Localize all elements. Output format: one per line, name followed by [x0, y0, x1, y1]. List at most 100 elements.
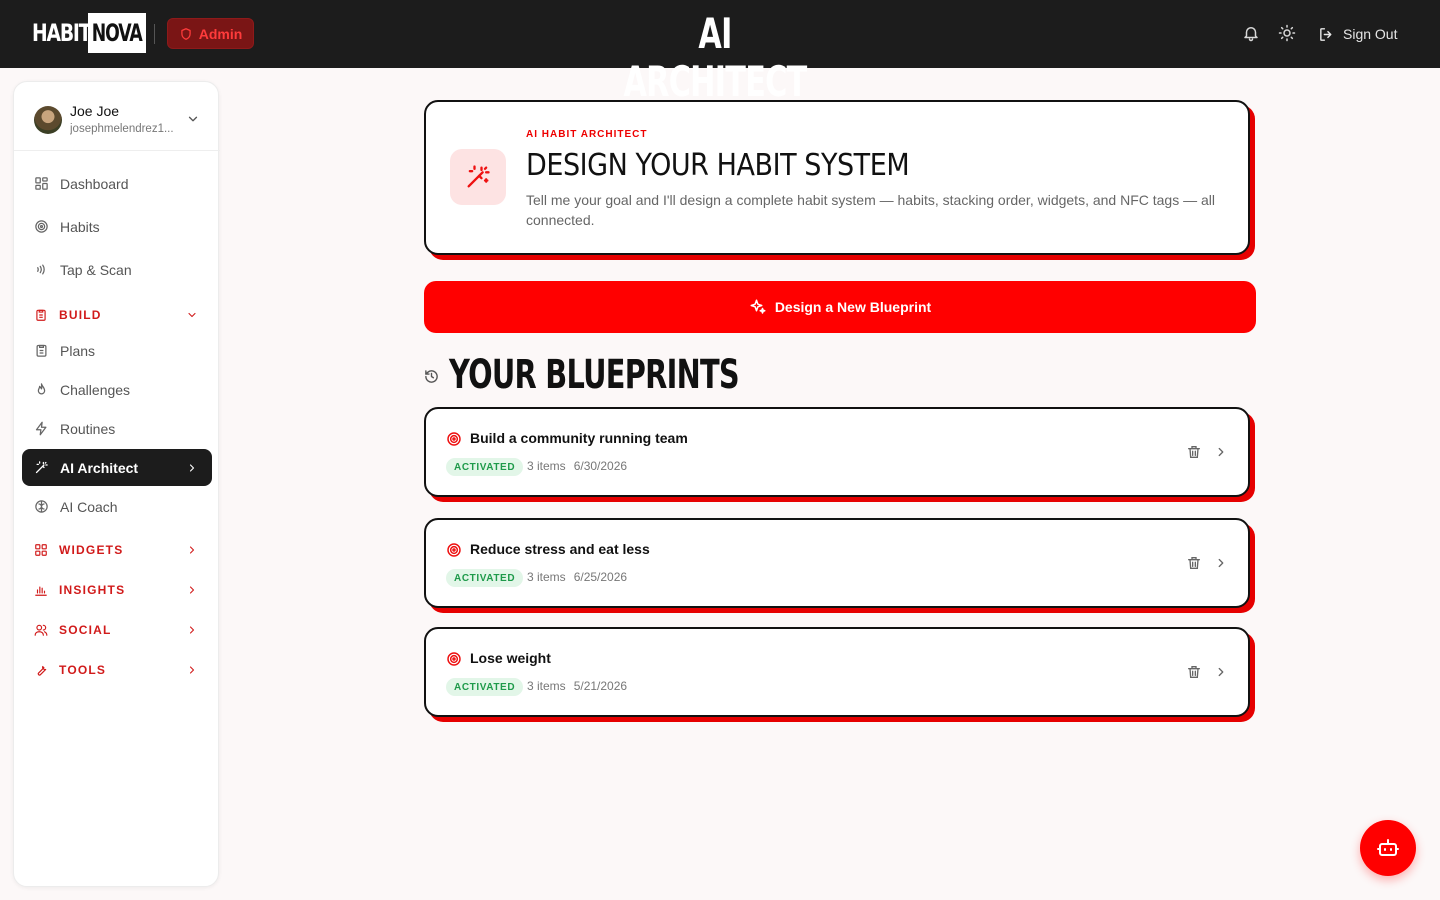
- trash-icon[interactable]: [1186, 555, 1202, 571]
- user-email: josephmelendrez1...: [70, 123, 174, 135]
- sidebar-item-ai-coach[interactable]: AI Coach: [22, 488, 212, 525]
- status-badge: ACTIVATED: [446, 458, 524, 476]
- top-bar: HABIT NOVA Admin AI ARCHITECT Sign Out: [0, 0, 1440, 106]
- blueprint-date: 5/21/2026: [573, 679, 628, 693]
- sign-out-button[interactable]: Sign Out: [1318, 22, 1397, 46]
- flame-icon: [37, 383, 46, 395]
- blueprint-meta: 3 items 6/25/2026: [527, 570, 627, 584]
- blueprint-title: Reduce stress and eat less: [470, 541, 650, 557]
- wrench-icon: [37, 665, 47, 676]
- app-logo[interactable]: HABIT NOVA: [32, 13, 146, 53]
- logout-icon: [1320, 27, 1332, 41]
- chevron-right-icon: [189, 546, 195, 554]
- item-count: 3 items: [527, 459, 566, 473]
- sidebar-item-label: Tap & Scan: [60, 261, 132, 278]
- target-icon: [447, 543, 461, 557]
- magic-wand-icon: [467, 165, 490, 188]
- magic-wand-icon: [35, 461, 48, 474]
- sidebar-section-tools[interactable]: TOOLS: [22, 658, 212, 682]
- hero-card: AI HABIT ARCHITECT DESIGN YOUR HABIT SYS…: [424, 100, 1250, 255]
- sidebar-section-widgets[interactable]: WIDGETS: [22, 538, 212, 562]
- blueprint-title: Lose weight: [470, 650, 551, 666]
- sidebar-item-routines[interactable]: Routines: [22, 410, 212, 447]
- blueprints-header: YOUR BLUEPRINTS: [424, 352, 852, 398]
- sidebar-item-plans[interactable]: Plans: [22, 332, 212, 369]
- user-menu[interactable]: Joe Joe josephmelendrez1...: [14, 82, 220, 151]
- lightning-icon: [35, 421, 47, 436]
- blueprint-card[interactable]: Build a community running team ACTIVATED…: [424, 407, 1250, 497]
- robot-icon: [1377, 839, 1399, 856]
- sidebar-item-label: Routines: [60, 420, 116, 437]
- sign-out-label: Sign Out: [1343, 26, 1398, 42]
- target-icon: [447, 652, 461, 666]
- design-new-blueprint-button[interactable]: Design a New Blueprint: [424, 281, 1256, 333]
- sparkles-icon: [750, 299, 766, 314]
- logo-text-nova: NOVA: [88, 13, 146, 53]
- admin-button[interactable]: Admin: [167, 18, 254, 49]
- blueprint-date: 6/25/2026: [573, 570, 628, 584]
- chevron-right-icon[interactable]: [1214, 665, 1228, 679]
- hero-kicker: AI HABIT ARCHITECT: [526, 129, 648, 140]
- blueprint-meta: 3 items 5/21/2026: [527, 679, 627, 693]
- section-label: TOOLS: [59, 663, 107, 677]
- logo-text-habit: HABIT: [32, 19, 91, 47]
- sidebar-item-tap-scan[interactable]: Tap & Scan: [22, 251, 212, 288]
- clipboard-icon: [36, 309, 46, 321]
- history-icon: [425, 369, 438, 383]
- sidebar-item-ai-architect[interactable]: AI Architect: [22, 449, 212, 486]
- nfc-wave-icon: [37, 264, 45, 275]
- ai-chat-fab[interactable]: [1360, 820, 1416, 876]
- clipboard-icon: [36, 344, 47, 357]
- admin-label: Admin: [198, 25, 243, 42]
- sidebar-item-dashboard[interactable]: Dashboard: [22, 165, 212, 202]
- chevron-right-icon: [189, 626, 195, 634]
- blueprint-card[interactable]: Lose weight ACTIVATED 3 items 5/21/2026: [424, 627, 1250, 717]
- hero-icon-tile: [450, 149, 506, 205]
- avatar: [34, 106, 62, 134]
- bar-chart-icon: [35, 586, 47, 596]
- target-icon: [35, 220, 48, 233]
- grid-icon: [35, 177, 48, 190]
- users-icon: [34, 624, 48, 636]
- sidebar-section-social[interactable]: SOCIAL: [22, 618, 212, 642]
- hero-title: DESIGN YOUR HABIT SYSTEM: [526, 148, 910, 183]
- blueprint-card[interactable]: Reduce stress and eat less ACTIVATED 3 i…: [424, 518, 1250, 608]
- sidebar-item-label: Plans: [60, 342, 96, 359]
- section-label: BUILD: [59, 308, 102, 322]
- target-icon: [447, 432, 461, 446]
- chevron-right-icon: [189, 586, 195, 594]
- hero-description: Tell me your goal and I'll design a comp…: [526, 192, 1216, 228]
- sidebar-item-habits[interactable]: Habits: [22, 208, 212, 245]
- section-label: SOCIAL: [59, 623, 112, 637]
- sidebar-item-label: Dashboard: [60, 175, 129, 192]
- user-name: Joe Joe: [70, 103, 120, 119]
- status-badge: ACTIVATED: [446, 678, 524, 696]
- shield-icon: [180, 27, 191, 40]
- trash-icon[interactable]: [1186, 444, 1202, 460]
- chevron-right-icon[interactable]: [1214, 445, 1228, 459]
- sun-icon[interactable]: [1278, 24, 1296, 42]
- cta-label: Design a New Blueprint: [774, 299, 932, 315]
- chevron-down-icon: [188, 312, 196, 318]
- section-label: INSIGHTS: [59, 583, 126, 597]
- sidebar: Joe Joe josephmelendrez1... Dashboard Ha…: [13, 81, 220, 887]
- chevron-right-icon[interactable]: [1214, 556, 1228, 570]
- sidebar-section-build[interactable]: BUILD: [22, 303, 212, 327]
- sidebar-item-label: AI Architect: [60, 459, 139, 476]
- brain-icon: [35, 500, 48, 513]
- chevron-right-icon: [189, 463, 195, 472]
- page-title: AI ARCHITECT: [623, 9, 807, 106]
- sidebar-item-challenges[interactable]: Challenges: [22, 371, 212, 408]
- chevron-right-icon: [189, 666, 195, 674]
- blueprint-meta: 3 items 6/30/2026: [527, 459, 627, 473]
- sidebar-item-label: Habits: [60, 218, 100, 235]
- bell-icon[interactable]: [1242, 24, 1260, 42]
- section-label: WIDGETS: [59, 543, 124, 557]
- blueprints-title: YOUR BLUEPRINTS: [449, 352, 740, 398]
- item-count: 3 items: [527, 570, 566, 584]
- divider: [154, 24, 155, 44]
- sidebar-section-insights[interactable]: INSIGHTS: [22, 578, 212, 602]
- chevron-down-icon[interactable]: [186, 112, 200, 126]
- trash-icon[interactable]: [1186, 664, 1202, 680]
- blueprint-title: Build a community running team: [470, 430, 688, 446]
